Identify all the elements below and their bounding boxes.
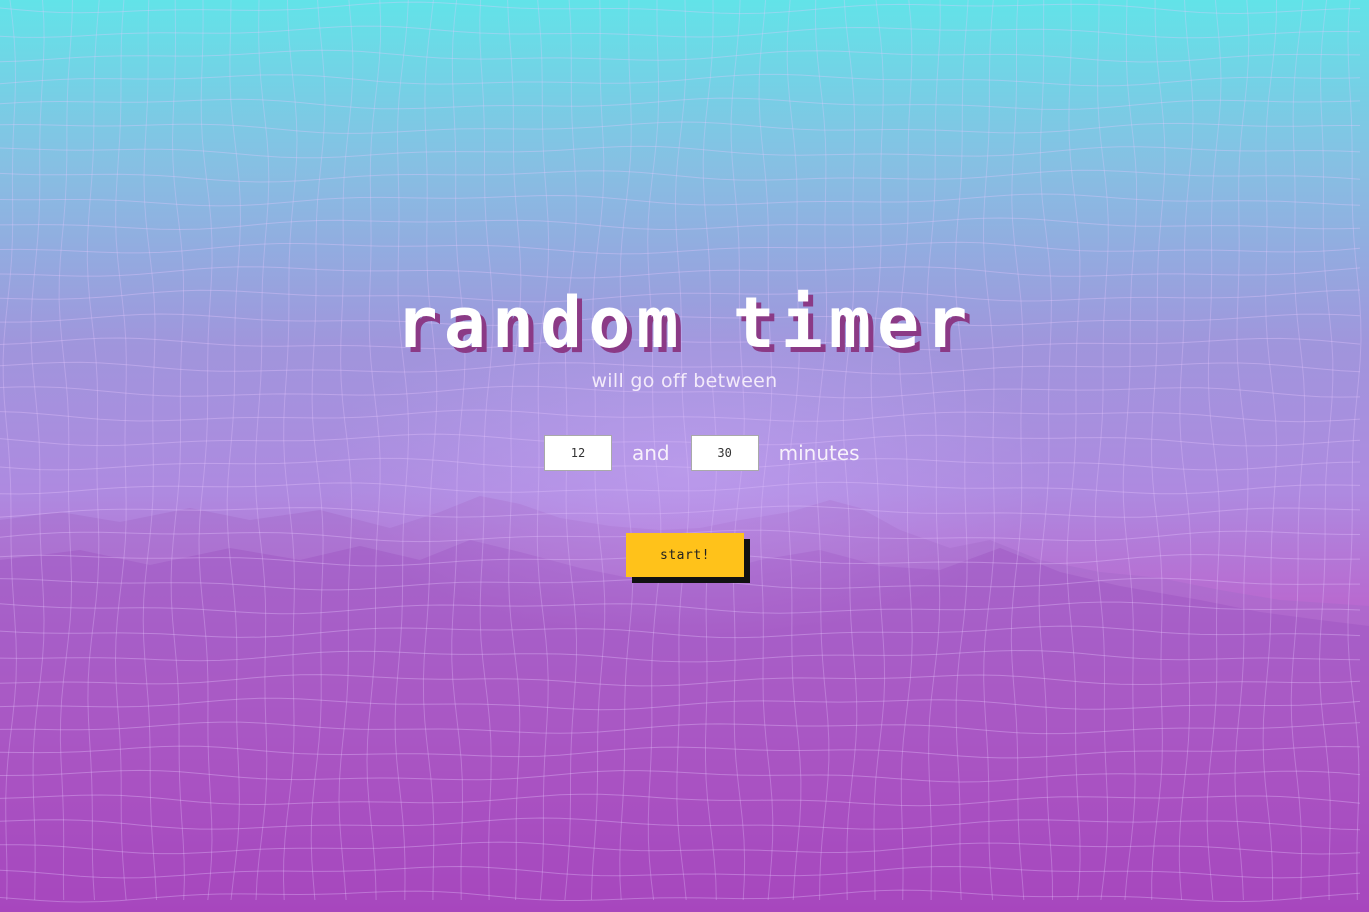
range-connector-label: and: [632, 441, 670, 465]
min-minutes-input[interactable]: [544, 435, 612, 471]
timer-panel: random timer will go off between and min…: [0, 0, 1369, 912]
minutes-range: and minutes: [544, 434, 860, 472]
page-title: random timer: [395, 282, 974, 364]
start-button-wrapper: start!: [626, 533, 750, 583]
start-button[interactable]: start!: [626, 533, 744, 577]
range-unit-label: minutes: [778, 441, 860, 465]
page-subtitle: will go off between: [591, 370, 778, 392]
max-minutes-input[interactable]: [690, 435, 759, 471]
